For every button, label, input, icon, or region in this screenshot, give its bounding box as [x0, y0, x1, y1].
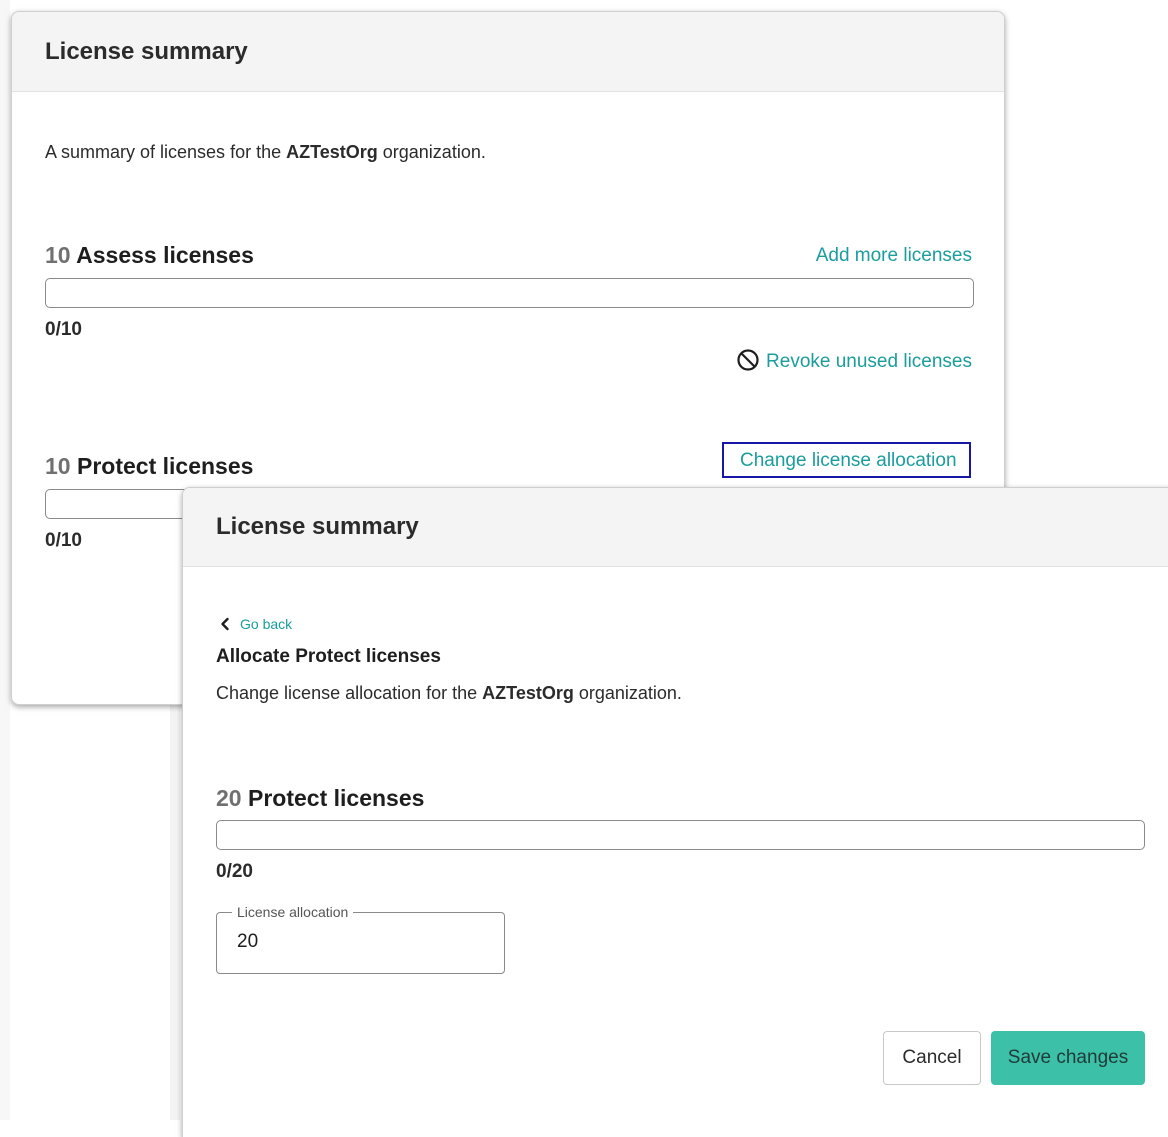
- modal-description: A summary of licenses for the AZTestOrg …: [45, 142, 486, 162]
- modal-header: License summary: [12, 12, 1004, 92]
- modal-header: License summary: [183, 488, 1168, 567]
- revoke-unused-licenses-link[interactable]: Revoke unused licenses: [736, 348, 972, 373]
- assess-license-usage: 0/10: [45, 319, 82, 340]
- assess-licenses-heading: 10 Assess licenses: [45, 242, 254, 269]
- cancel-button[interactable]: Cancel: [883, 1031, 981, 1085]
- assess-license-label: Assess licenses: [76, 242, 254, 268]
- protect-license-label: Protect licenses: [76, 453, 254, 479]
- change-license-allocation-link[interactable]: Change license allocation: [722, 442, 971, 478]
- protect-license-label: Protect licenses: [247, 785, 425, 811]
- license-allocation-label: License allocation: [232, 904, 354, 920]
- revoke-link-label: Revoke unused licenses: [766, 351, 972, 372]
- assess-license-count: 10: [45, 242, 71, 268]
- save-changes-button[interactable]: Save changes: [991, 1031, 1145, 1085]
- protect-license-usage: 0/10: [45, 530, 82, 551]
- modal-title: License summary: [45, 37, 248, 65]
- chevron-left-icon: [221, 617, 229, 631]
- allocate-licenses-modal: License summary Go back Allocate Protect…: [182, 487, 1168, 1137]
- allocate-subheading: Allocate Protect licenses: [216, 646, 441, 667]
- add-more-licenses-link[interactable]: Add more licenses: [816, 245, 972, 267]
- license-allocation-input[interactable]: [237, 931, 477, 953]
- protect-licenses-heading: 10 Protect licenses: [45, 453, 253, 480]
- license-allocation-field[interactable]: License allocation: [216, 904, 505, 974]
- org-name: AZTestOrg: [482, 683, 574, 703]
- protect-license-count: 20: [216, 785, 242, 811]
- protect-license-count: 10: [45, 453, 71, 479]
- protect-license-progress-bar: [216, 820, 1145, 850]
- go-back-link[interactable]: Go back: [220, 616, 292, 632]
- go-back-label: Go back: [240, 616, 293, 632]
- modal-description: Change license allocation for the AZTest…: [216, 683, 682, 703]
- protect-license-usage: 0/20: [216, 861, 253, 882]
- assess-license-progress-bar: [45, 278, 974, 308]
- ban-icon: [737, 349, 759, 371]
- org-name: AZTestOrg: [286, 142, 378, 162]
- modal-title: License summary: [216, 513, 419, 540]
- protect-licenses-heading: 20 Protect licenses: [216, 785, 424, 812]
